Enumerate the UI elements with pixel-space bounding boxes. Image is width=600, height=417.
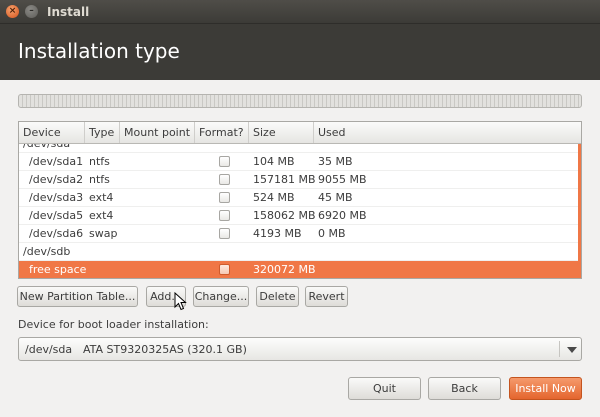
new-partition-table-button[interactable]: New Partition Table... (17, 286, 138, 307)
table-row[interactable]: /dev/sda1 ntfs 104 MB 35 MB (19, 153, 581, 171)
page-header: Installation type (0, 24, 600, 80)
window-title: Install (47, 5, 90, 19)
cell-size: 104 MB (253, 155, 295, 168)
table-row[interactable]: /dev/sda2 ntfs 157181 MB 9055 MB (19, 171, 581, 189)
cell-used: 0 MB (318, 227, 346, 240)
cell-size: 320072 MB (253, 263, 316, 276)
cell-device: /dev/sda2 (29, 173, 84, 186)
cell-size: 158062 MB (253, 209, 316, 222)
revert-button[interactable]: Revert (305, 286, 348, 307)
cell-used: 35 MB (318, 155, 353, 168)
cell-device: /dev/sda3 (29, 191, 84, 204)
cell-device: /dev/sdb (23, 245, 71, 258)
column-header-size[interactable]: Size (249, 122, 314, 143)
quit-button[interactable]: Quit (348, 377, 421, 400)
bootloader-disk: ATA ST9320325AS (320.1 GB) (83, 343, 247, 356)
cell-device: /dev/sda6 (29, 227, 84, 240)
back-button[interactable]: Back (428, 377, 501, 400)
format-checkbox[interactable] (219, 228, 230, 239)
format-checkbox[interactable] (219, 264, 230, 275)
table-row[interactable]: /dev/sdb (19, 243, 581, 261)
combo-separator (559, 341, 560, 357)
table-row[interactable]: /dev/sda6 swap 4193 MB 0 MB (19, 225, 581, 243)
partition-bar (18, 94, 582, 108)
table-row-selected[interactable]: free space 320072 MB (19, 261, 581, 278)
column-header-device[interactable]: Device (19, 122, 85, 143)
cell-size: 157181 MB (253, 173, 316, 186)
format-checkbox[interactable] (219, 174, 230, 185)
table-row[interactable]: /dev/sda (19, 144, 581, 153)
change-partition-button[interactable]: Change... (193, 286, 249, 307)
bootloader-device: /dev/sda (25, 343, 73, 356)
partition-table: Device Type Mount point Format? Size Use… (18, 121, 582, 279)
column-header-format[interactable]: Format? (195, 122, 249, 143)
close-icon[interactable]: × (6, 5, 19, 18)
chevron-down-icon[interactable] (567, 347, 577, 353)
table-body: /dev/sda /dev/sda1 ntfs 104 MB 35 MB /de… (19, 144, 581, 278)
minimize-icon[interactable]: – (25, 5, 38, 18)
cell-type: ext4 (89, 209, 114, 222)
mouse-pointer-icon (174, 292, 187, 311)
cell-size: 4193 MB (253, 227, 302, 240)
cell-device: /dev/sda (23, 144, 70, 153)
cell-type: ext4 (89, 191, 114, 204)
cell-type: ntfs (89, 155, 110, 168)
window-titlebar: × – Install (0, 0, 600, 24)
format-checkbox[interactable] (219, 210, 230, 221)
cell-used: 6920 MB (318, 209, 367, 222)
cell-used: 9055 MB (318, 173, 367, 186)
column-header-type[interactable]: Type (85, 122, 120, 143)
cell-type: ntfs (89, 173, 110, 186)
cell-device: /dev/sda1 (29, 155, 84, 168)
bootloader-label: Device for boot loader installation: (18, 318, 209, 331)
table-scrollbar[interactable] (578, 144, 581, 278)
column-header-used[interactable]: Used (314, 122, 581, 143)
table-row[interactable]: /dev/sda5 ext4 158062 MB 6920 MB (19, 207, 581, 225)
delete-partition-button[interactable]: Delete (256, 286, 299, 307)
cell-device: free space (29, 263, 87, 276)
bootloader-device-select[interactable]: /dev/sda ATA ST9320325AS (320.1 GB) (18, 337, 582, 361)
page-title: Installation type (18, 39, 180, 63)
install-now-button[interactable]: Install Now (509, 377, 582, 400)
column-header-mount-point[interactable]: Mount point (120, 122, 195, 143)
format-checkbox[interactable] (219, 156, 230, 167)
cell-used: 45 MB (318, 191, 353, 204)
cell-size: 524 MB (253, 191, 295, 204)
format-checkbox[interactable] (219, 192, 230, 203)
table-row[interactable]: /dev/sda3 ext4 524 MB 45 MB (19, 189, 581, 207)
table-header: Device Type Mount point Format? Size Use… (19, 122, 581, 144)
cell-type: swap (89, 227, 118, 240)
cell-device: /dev/sda5 (29, 209, 84, 222)
